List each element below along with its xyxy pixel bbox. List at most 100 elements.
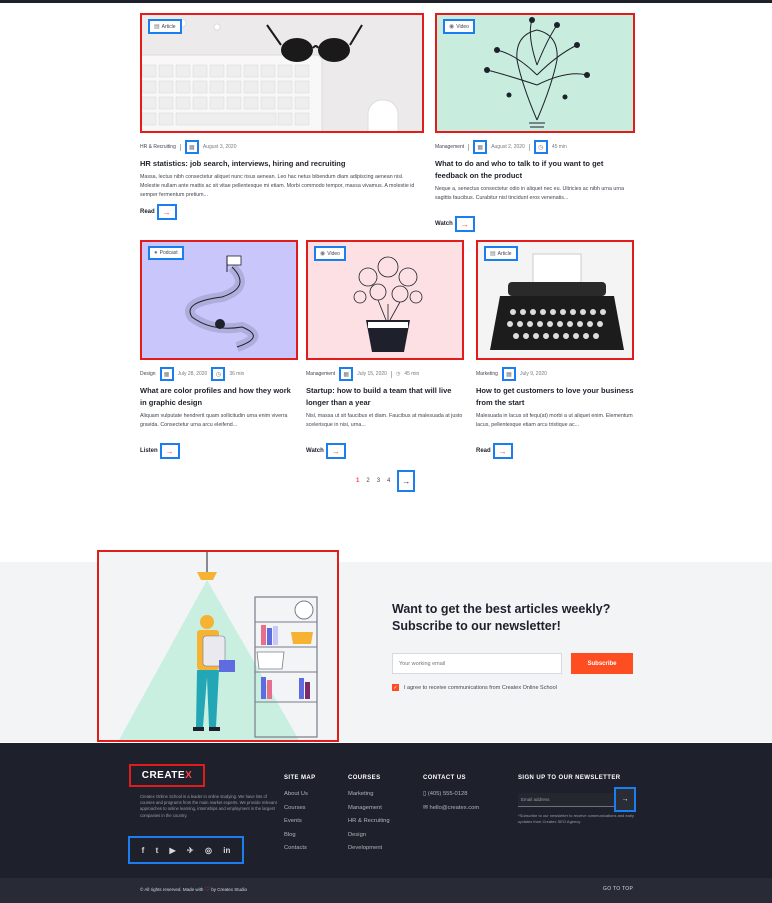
post-title[interactable]: What to do and who to talk to if you wan… bbox=[435, 158, 635, 182]
arrow-right-icon[interactable]: → bbox=[614, 787, 636, 812]
arrow-right-icon[interactable]: → bbox=[325, 443, 346, 459]
post-category[interactable]: Management bbox=[306, 371, 335, 377]
footer-link-marketing[interactable]: Marketing bbox=[348, 788, 390, 802]
footer-link-courses[interactable]: Courses bbox=[284, 802, 316, 816]
post-duration: 36 min bbox=[229, 371, 245, 377]
post-image[interactable]: ● Podcast bbox=[140, 240, 298, 360]
footer-column-title: SIGN UP TO OUR NEWSLETTER bbox=[518, 775, 621, 781]
pagination: 1 2 3 4 → bbox=[356, 470, 416, 492]
watch-link[interactable]: Watch → bbox=[435, 216, 635, 232]
footer-email-input[interactable]: Email address bbox=[518, 793, 614, 807]
post-excerpt: Malesuada in lacus sit fequ(at) morbi a … bbox=[476, 413, 633, 428]
arrow-right-icon[interactable]: → bbox=[156, 204, 177, 220]
footer-column-title: CONTACT US bbox=[423, 775, 466, 781]
footer-link-blog[interactable]: Blog bbox=[284, 829, 316, 843]
footer-link-management[interactable]: Management bbox=[348, 802, 390, 816]
footer-courses: COURSES Marketing Management HR & Recrui… bbox=[348, 775, 390, 856]
footer-column-title: SITE MAP bbox=[284, 775, 316, 781]
calendar-icon: ▦ bbox=[339, 367, 354, 381]
play-icon: ◉ bbox=[320, 251, 326, 257]
post-card[interactable]: ◉ Video Management ▦ August 2, 2020 ◷ 45… bbox=[435, 13, 635, 232]
post-meta: HR & Recruiting ▦ August 3, 2020 bbox=[140, 140, 424, 154]
post-type-badge: ◉ Video bbox=[443, 19, 475, 34]
instagram-icon[interactable]: ◎ bbox=[205, 846, 212, 855]
post-date: August 2, 2020 bbox=[491, 144, 525, 150]
linkedin-icon[interactable]: in bbox=[223, 846, 230, 855]
post-duration: 45 min bbox=[404, 371, 420, 377]
phone-link[interactable]: ▯ (405) 555-0128 bbox=[423, 788, 479, 802]
footer-link-contacts[interactable]: Contacts bbox=[284, 842, 316, 856]
telegram-icon[interactable]: ✈ bbox=[187, 846, 194, 855]
post-meta: Management ▦ August 2, 2020 ◷ 45 min bbox=[435, 140, 635, 154]
social-links: f t ▶ ✈ ◎ in bbox=[128, 836, 244, 864]
post-image[interactable]: ◉ Video bbox=[435, 13, 635, 133]
post-excerpt: Nisl, massa ut sit faucibus et diam. Fau… bbox=[306, 413, 463, 428]
post-card[interactable]: ▤ Article Marketing ▦ July 9, 2020 How t… bbox=[476, 240, 634, 459]
footer-column-title: COURSES bbox=[348, 775, 381, 781]
twitter-icon[interactable]: t bbox=[156, 846, 159, 855]
newsletter-note: *Subscribe to our newsletter to receive … bbox=[518, 813, 635, 824]
newsletter-illustration bbox=[97, 550, 339, 742]
post-category[interactable]: Design bbox=[140, 371, 156, 377]
post-category[interactable]: HR & Recruiting bbox=[140, 144, 176, 150]
footer-sitemap: SITE MAP About Us Courses Events Blog Co… bbox=[284, 775, 316, 856]
page-link-current[interactable]: 1 bbox=[356, 478, 359, 484]
post-image[interactable]: ▤ Article bbox=[140, 13, 424, 133]
file-icon: ▤ bbox=[154, 24, 160, 30]
post-date: July 9, 2020 bbox=[519, 371, 547, 377]
youtube-icon[interactable]: ▶ bbox=[170, 846, 176, 855]
newsletter-title: Want to get the best articles weekly? Su… bbox=[392, 602, 611, 633]
post-title[interactable]: How to get customers to love your busine… bbox=[476, 385, 634, 409]
facebook-icon[interactable]: f bbox=[142, 846, 145, 855]
post-card[interactable]: ◉ Video Management ▦ July 15, 2020 ◷ 45 … bbox=[306, 240, 464, 459]
post-image[interactable]: ◉ Video bbox=[306, 240, 464, 360]
post-date: July 28, 2020 bbox=[177, 371, 208, 377]
post-date: July 15, 2020 bbox=[357, 371, 387, 377]
post-type-badge: ▤ Article bbox=[148, 19, 182, 34]
post-image[interactable]: ▤ Article bbox=[476, 240, 634, 360]
student-bookshelf-illustration bbox=[119, 552, 318, 740]
subscribe-button[interactable]: Subscribe bbox=[571, 653, 633, 674]
calendar-icon: ▦ bbox=[184, 140, 199, 154]
footer-link-design[interactable]: Design bbox=[348, 829, 390, 843]
watch-link[interactable]: Watch → bbox=[306, 443, 464, 459]
post-category[interactable]: Marketing bbox=[476, 371, 498, 377]
read-link[interactable]: Read → bbox=[140, 204, 424, 220]
post-title[interactable]: What are color profiles and how they wor… bbox=[140, 385, 298, 409]
play-icon: ◉ bbox=[449, 24, 455, 30]
email-input[interactable] bbox=[392, 653, 562, 674]
post-card[interactable]: ● Podcast Design ▦ July 28, 2020 ◷ 36 mi… bbox=[140, 240, 298, 459]
post-excerpt: Neque a, senectus consectetur odio in al… bbox=[435, 186, 625, 201]
consent-checkbox-row[interactable]: ✓ I agree to receive communications from… bbox=[392, 684, 557, 691]
footer-link-development[interactable]: Development bbox=[348, 842, 390, 856]
post-category[interactable]: Management bbox=[435, 144, 464, 150]
listen-link[interactable]: Listen → bbox=[140, 443, 298, 459]
arrow-right-icon[interactable]: → bbox=[454, 216, 475, 232]
post-meta: Management ▦ July 15, 2020 ◷ 45 min bbox=[306, 367, 464, 381]
arrow-right-icon[interactable]: → bbox=[397, 470, 416, 492]
post-type-badge: ● Podcast bbox=[148, 246, 184, 260]
go-to-top-link[interactable]: GO TO TOP bbox=[603, 886, 633, 892]
footer-link-about[interactable]: About Us bbox=[284, 788, 316, 802]
checkbox-checked-icon[interactable]: ✓ bbox=[392, 684, 399, 691]
page-link[interactable]: 4 bbox=[387, 478, 390, 484]
footer-link-events[interactable]: Events bbox=[284, 815, 316, 829]
heart-icon: ♡ bbox=[204, 887, 210, 893]
arrow-right-icon[interactable]: → bbox=[492, 443, 513, 459]
page-link[interactable]: 2 bbox=[366, 478, 369, 484]
post-title[interactable]: Startup: how to build a team that will l… bbox=[306, 385, 464, 409]
post-title[interactable]: HR statistics: job search, interviews, h… bbox=[140, 158, 424, 170]
createx-logo[interactable]: CREATE X bbox=[129, 764, 205, 787]
post-type-badge: ▤ Article bbox=[484, 246, 518, 261]
clock-icon: ◷ bbox=[395, 371, 401, 377]
footer-contact: CONTACT US ▯ (405) 555-0128 ✉ hello@crea… bbox=[423, 775, 479, 815]
file-icon: ▤ bbox=[490, 251, 496, 257]
page-link[interactable]: 3 bbox=[377, 478, 380, 484]
arrow-right-icon[interactable]: → bbox=[159, 443, 180, 459]
calendar-icon: ▦ bbox=[501, 367, 516, 381]
footer-bottom-bar bbox=[0, 878, 772, 903]
read-link[interactable]: Read → bbox=[476, 443, 634, 459]
footer-link-hr[interactable]: HR & Recruiting bbox=[348, 815, 390, 829]
email-link[interactable]: ✉ hello@createx.com bbox=[423, 802, 479, 816]
post-card[interactable]: ▤ Article HR & Recruiting ▦ August 3, 20… bbox=[140, 13, 424, 220]
